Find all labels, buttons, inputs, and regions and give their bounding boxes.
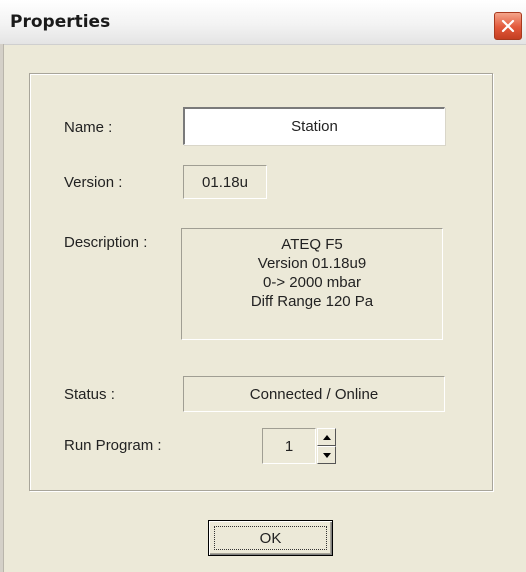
name-label: Name : (64, 119, 113, 136)
status-label: Status : (64, 386, 115, 403)
spin-down-button[interactable] (317, 446, 336, 464)
close-icon (501, 19, 515, 33)
status-field: Connected / Online (183, 376, 445, 412)
window-frame-left (0, 44, 4, 572)
run-program-label: Run Program : (64, 437, 162, 454)
name-field[interactable]: Station (183, 107, 445, 145)
run-program-input[interactable]: 1 (262, 428, 316, 464)
close-button[interactable] (494, 12, 522, 40)
description-line: ATEQ F5 (281, 236, 343, 253)
version-field: 01.18u (183, 165, 267, 199)
description-line: Diff Range 120 Pa (250, 293, 374, 310)
ok-button[interactable]: OK (208, 520, 333, 556)
version-label: Version : (64, 174, 123, 191)
triangle-up-icon (322, 434, 331, 440)
version-value: 01.18u (202, 173, 248, 191)
properties-dialog: Properties Name : Station Version : 01.1… (0, 0, 526, 572)
description-line: Version 01.18u9 (257, 255, 367, 272)
triangle-down-icon (322, 452, 331, 458)
description-line: 0-> 2000 mbar (263, 274, 361, 291)
focus-rectangle (214, 526, 327, 550)
window-title: Properties (10, 12, 111, 32)
description-label: Description : (64, 234, 148, 251)
status-value: Connected / Online (249, 385, 379, 403)
description-box: ATEQ F5 Version 01.18u9 0-> 2000 mbar Di… (181, 228, 443, 340)
name-value: Station (291, 118, 338, 135)
run-program-value: 1 (284, 437, 294, 455)
description-text: ATEQ F5 Version 01.18u9 0-> 2000 mbar Di… (182, 235, 442, 311)
title-bar[interactable]: Properties (0, 0, 526, 45)
spin-up-button[interactable] (317, 428, 336, 446)
